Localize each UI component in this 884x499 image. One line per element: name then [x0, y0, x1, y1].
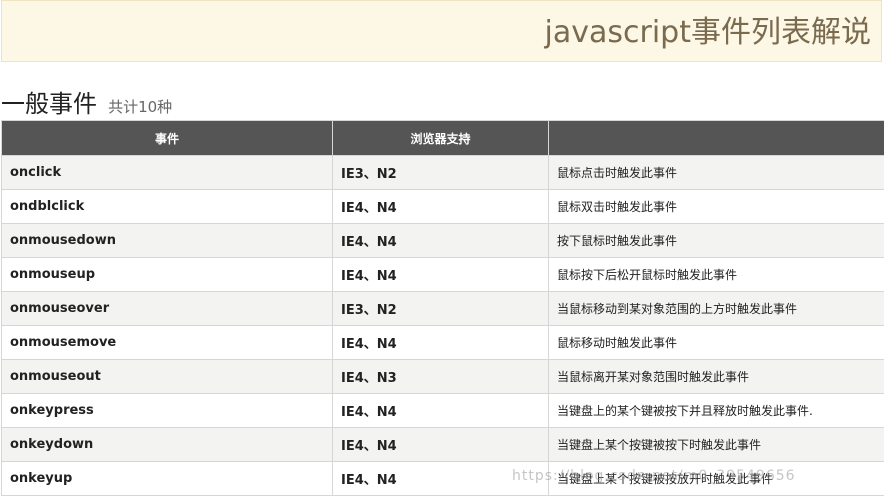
table-row: ondblclick IE4、N4 鼠标双击时触发此事件 [1, 189, 884, 224]
page-title: javascript事件列表解说 [544, 15, 871, 50]
table-row: onkeypress IE4、N4 当键盘上的某个键被按下并且释放时触发此事件. [1, 393, 884, 428]
browser-support-cell: IE4、N4 [332, 325, 549, 360]
event-name-cell: onkeyup [1, 461, 333, 496]
description-cell: 当键盘上某个按键被按放开时触发此事件 [548, 461, 884, 496]
section-title: 一般事件 [1, 90, 97, 118]
browser-support-cell: IE3、N2 [332, 155, 549, 190]
browser-support-cell: IE4、N4 [332, 257, 549, 292]
event-name-cell: onkeydown [1, 427, 333, 462]
table-header-row: 事件 浏览器支持 [1, 120, 884, 156]
description-cell: 鼠标移动时触发此事件 [548, 325, 884, 360]
event-name-cell: onmouseup [1, 257, 333, 292]
table-row: onmouseover IE3、N2 当鼠标移动到某对象范围的上方时触发此事件 [1, 291, 884, 326]
browser-support-cell: IE4、N4 [332, 223, 549, 258]
description-cell: 当鼠标移动到某对象范围的上方时触发此事件 [548, 291, 884, 326]
event-name-cell: onmousedown [1, 223, 333, 258]
description-cell: 当键盘上某个按键被按下时触发此事件 [548, 427, 884, 462]
section-heading: 一般事件 共计10种 [1, 84, 173, 118]
description-cell: 鼠标双击时触发此事件 [548, 189, 884, 224]
table-row: onmouseout IE4、N3 当鼠标离开某对象范围时触发此事件 [1, 359, 884, 394]
title-banner: javascript事件列表解说 [1, 0, 882, 62]
event-name-cell: onclick [1, 155, 333, 190]
browser-support-cell: IE4、N4 [332, 393, 549, 428]
browser-support-cell: IE3、N2 [332, 291, 549, 326]
event-name-cell: onmousemove [1, 325, 333, 360]
table-row: onkeydown IE4、N4 当键盘上某个按键被按下时触发此事件 [1, 427, 884, 462]
page: javascript事件列表解说 一般事件 共计10种 事件 浏览器支持 onc… [0, 0, 884, 499]
section-count: 共计10种 [108, 98, 173, 116]
table-row: onmouseup IE4、N4 鼠标按下后松开鼠标时触发此事件 [1, 257, 884, 292]
table-row: onmousedown IE4、N4 按下鼠标时触发此事件 [1, 223, 884, 258]
browser-support-cell: IE4、N4 [332, 189, 549, 224]
header-browser-support: 浏览器支持 [332, 120, 549, 156]
event-name-cell: ondblclick [1, 189, 333, 224]
description-cell: 当鼠标离开某对象范围时触发此事件 [548, 359, 884, 394]
event-name-cell: onmouseout [1, 359, 333, 394]
table-row: onkeyup IE4、N4 当键盘上某个按键被按放开时触发此事件 [1, 461, 884, 496]
event-name-cell: onkeypress [1, 393, 333, 428]
table-row: onmousemove IE4、N4 鼠标移动时触发此事件 [1, 325, 884, 360]
header-description [548, 120, 884, 156]
browser-support-cell: IE4、N4 [332, 427, 549, 462]
browser-support-cell: IE4、N3 [332, 359, 549, 394]
table-row: onclick IE3、N2 鼠标点击时触发此事件 [1, 155, 884, 190]
description-cell: 鼠标点击时触发此事件 [548, 155, 884, 190]
description-cell: 当键盘上的某个键被按下并且释放时触发此事件. [548, 393, 884, 428]
event-name-cell: onmouseover [1, 291, 333, 326]
header-event: 事件 [1, 120, 333, 156]
description-cell: 鼠标按下后松开鼠标时触发此事件 [548, 257, 884, 292]
description-cell: 按下鼠标时触发此事件 [548, 223, 884, 258]
browser-support-cell: IE4、N4 [332, 461, 549, 496]
events-table: 事件 浏览器支持 onclick IE3、N2 鼠标点击时触发此事件 ondbl… [1, 120, 884, 496]
